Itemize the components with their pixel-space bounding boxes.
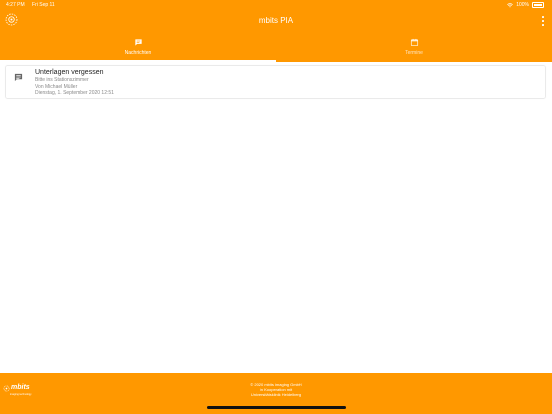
footer-copyright: © 2020 mbits imaging GmbH in Kooperation… bbox=[176, 382, 376, 397]
message-title: Unterlagen vergessen bbox=[35, 69, 104, 76]
message-timestamp: Dienstag, 1. September 2020 12:51 bbox=[35, 90, 114, 96]
footer-logo: mbits bbox=[3, 384, 30, 392]
tab-messages[interactable]: Nachrichten bbox=[0, 36, 276, 62]
footer-tagline: imaging technology bbox=[10, 393, 32, 396]
battery-icon bbox=[532, 2, 544, 8]
status-left: 4:27 PM Fri Sep 11 bbox=[6, 0, 61, 10]
home-indicator[interactable] bbox=[207, 406, 346, 409]
status-bar: 4:27 PM Fri Sep 11 100% bbox=[0, 0, 552, 10]
message-list: Unterlagen vergessen Bitte ins Stationsz… bbox=[0, 62, 552, 373]
calendar-icon bbox=[410, 38, 418, 47]
message-text: Unterlagen vergessen Bitte ins Stationsz… bbox=[35, 69, 114, 97]
more-menu-icon[interactable] bbox=[540, 16, 546, 26]
chat-icon bbox=[134, 39, 142, 46]
tab-dates-label: Termine bbox=[405, 50, 423, 56]
app-title: mbits PIA bbox=[258, 16, 294, 25]
footer-brand-name: mbits bbox=[11, 384, 30, 391]
message-icon bbox=[14, 73, 23, 82]
copyright-line: Universitätsklinik Heidelberg bbox=[250, 392, 302, 397]
message-card[interactable]: Unterlagen vergessen Bitte ins Stationsz… bbox=[6, 66, 545, 98]
status-date: Fri Sep 11 bbox=[32, 2, 55, 8]
tab-messages-label: Nachrichten bbox=[124, 50, 152, 56]
status-right: 100% bbox=[507, 0, 544, 10]
battery-percentage: 100% bbox=[516, 2, 529, 8]
tab-dates[interactable]: Termine bbox=[276, 36, 552, 62]
status-time: 4:27 PM bbox=[6, 2, 25, 8]
mbits-logo-icon bbox=[3, 385, 10, 391]
app-bar: 4:27 PM Fri Sep 11 100% mbits PIA Nachri… bbox=[0, 0, 552, 62]
wifi-icon bbox=[507, 2, 514, 7]
